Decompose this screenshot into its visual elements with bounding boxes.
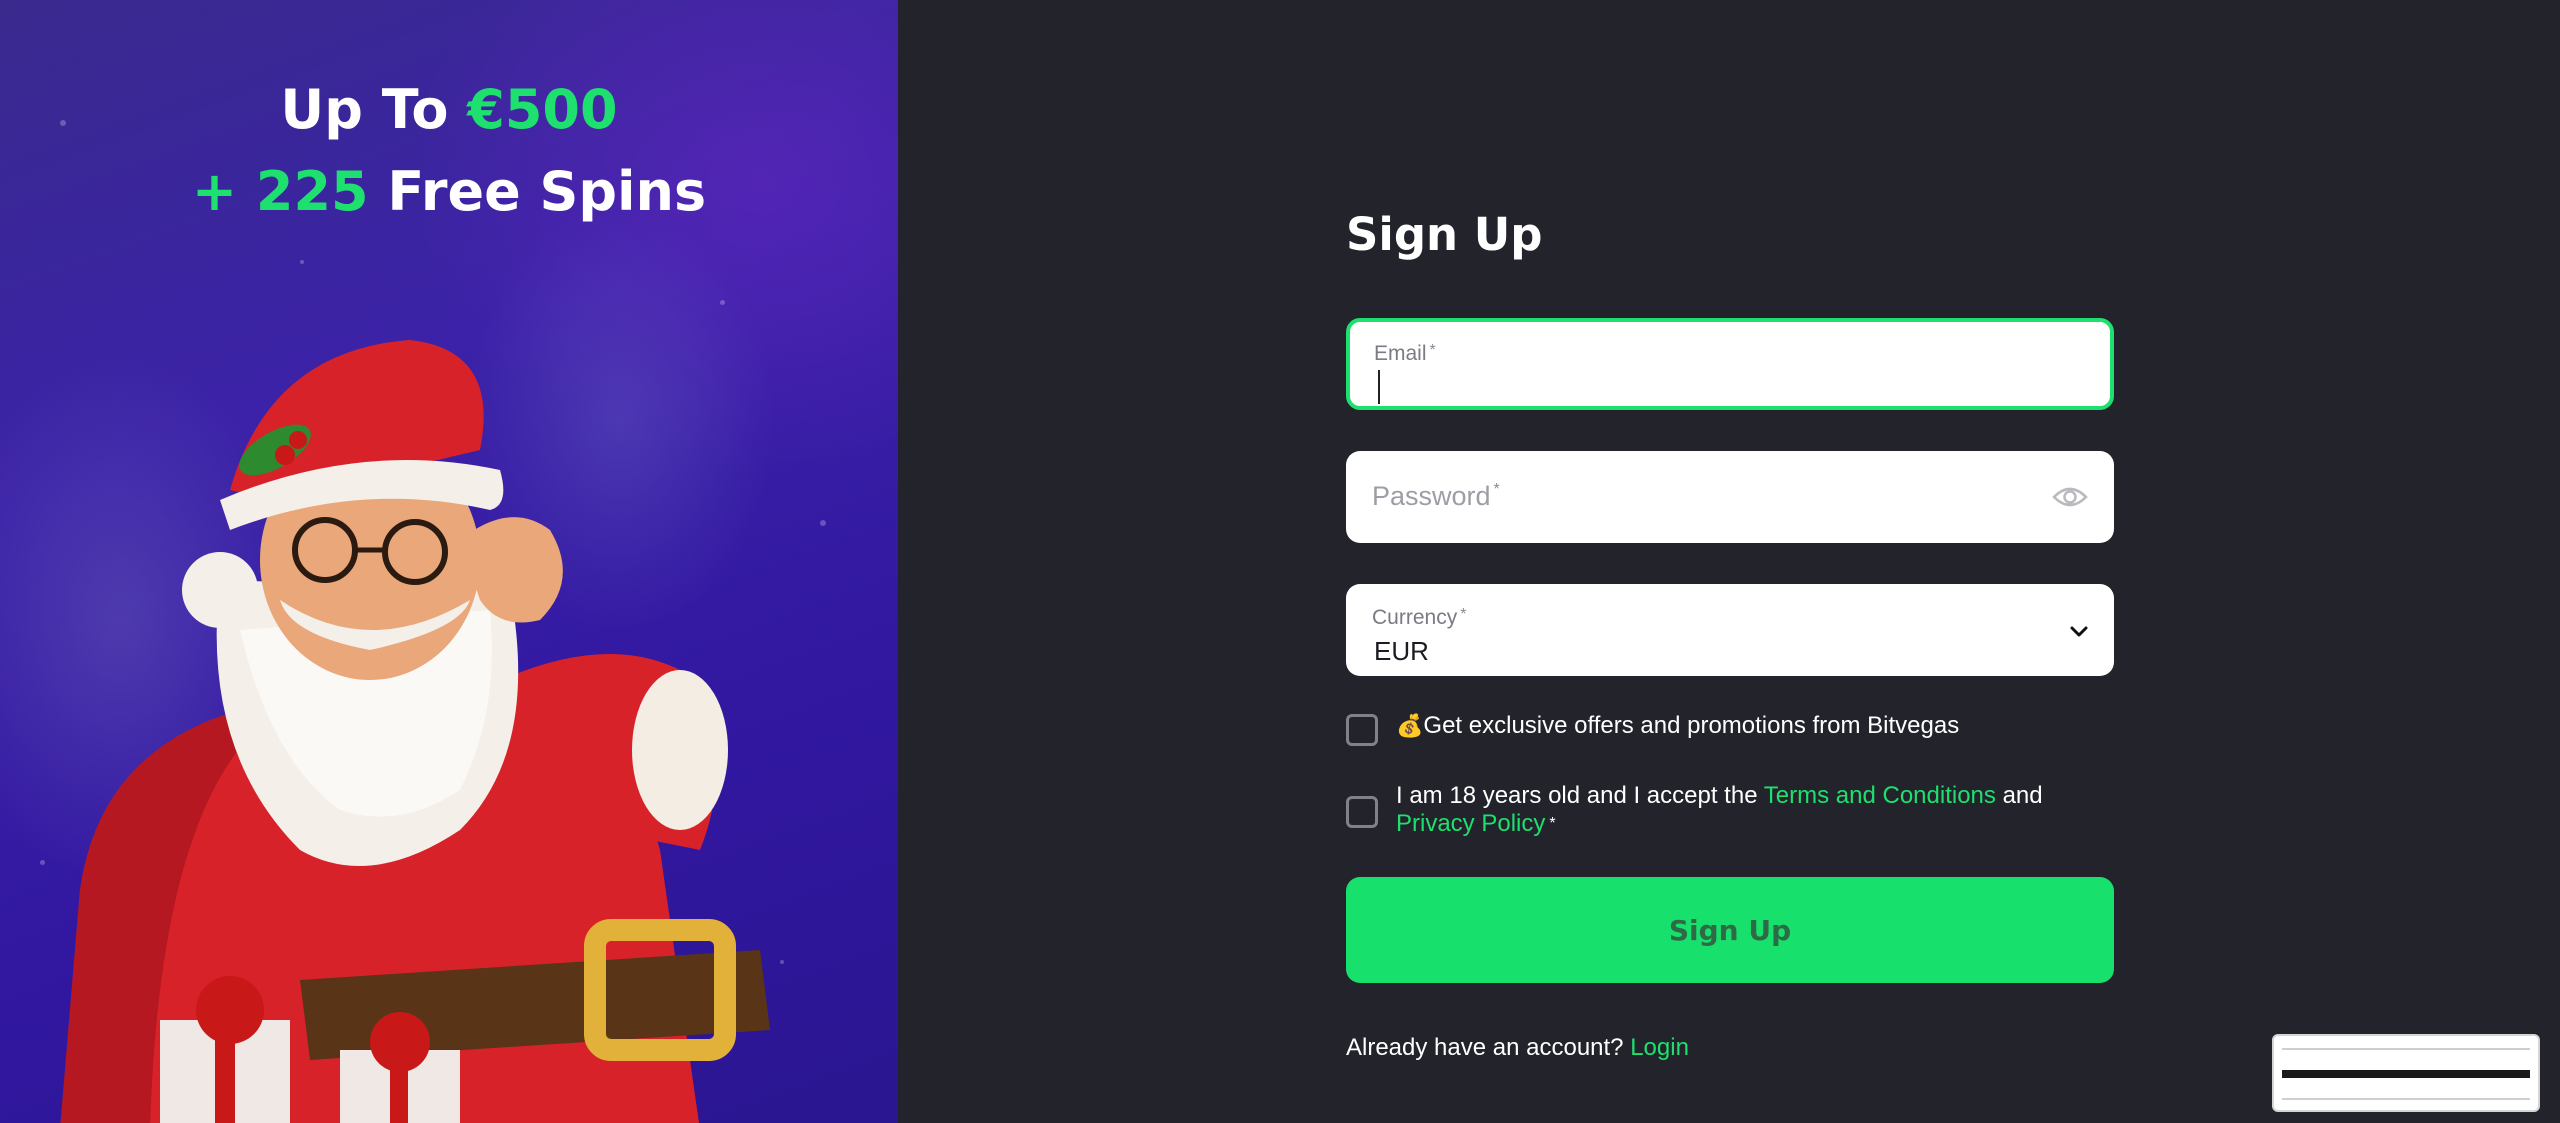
chevron-down-icon[interactable]	[2066, 618, 2092, 644]
offers-checkbox[interactable]	[1346, 714, 1378, 746]
terms-option: I am 18 years old and I accept the Terms…	[1346, 782, 2096, 838]
promo-headline-line2: + 225 Free Spins	[191, 160, 707, 223]
password-field[interactable]: Password *	[1346, 451, 2114, 543]
email-field[interactable]: Email *	[1346, 318, 2114, 410]
promo-headline-line1: Up To €500	[280, 78, 618, 141]
money-bag-icon: 💰	[1396, 713, 1424, 738]
offers-option: 💰Get exclusive offers and promotions fro…	[1346, 712, 2096, 746]
currency-select[interactable]: Currency * EUR	[1346, 584, 2114, 676]
password-placeholder: Password *	[1372, 481, 1500, 511]
santa-illustration	[60, 340, 770, 1123]
signup-page: Up To €500 + 225 Free Spins Sign Up Emai…	[0, 0, 2560, 1123]
offers-label: 💰Get exclusive offers and promotions fro…	[1396, 712, 1960, 739]
currency-value: EUR	[1374, 636, 1429, 666]
terms-checkbox[interactable]	[1346, 796, 1378, 828]
eye-icon[interactable]	[2052, 483, 2088, 511]
privacy-link[interactable]: Privacy Policy	[1396, 810, 1545, 837]
free-spins-count: + 225	[191, 160, 369, 223]
form-title: Sign Up	[1346, 208, 1543, 261]
currency-label: Currency *	[1372, 606, 1467, 629]
login-prompt: Already have an account? Login	[1346, 1034, 1689, 1061]
promo-panel: Up To €500 + 225 Free Spins	[0, 0, 898, 1123]
email-label: Email *	[1374, 342, 1436, 365]
terms-label: I am 18 years old and I accept the Terms…	[1396, 782, 2043, 837]
login-link[interactable]: Login	[1630, 1034, 1689, 1061]
text-cursor	[1378, 370, 1380, 404]
terms-link[interactable]: Terms and Conditions	[1764, 782, 1996, 809]
bonus-amount: €500	[467, 78, 618, 141]
preview-thumbnail[interactable]	[2272, 1034, 2540, 1112]
sign-up-button[interactable]: Sign Up	[1346, 877, 2114, 983]
